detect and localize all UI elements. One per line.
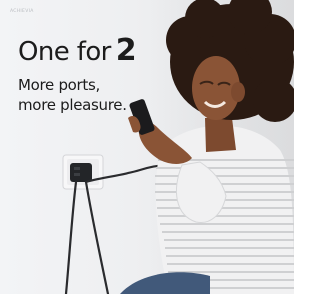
subheadline: More ports, more pleasure. xyxy=(18,75,127,115)
brand-label: ACHIEVIA xyxy=(10,9,34,14)
subheadline-line-1: More ports, xyxy=(18,76,100,94)
jeans xyxy=(120,272,210,294)
headline-number: 2 xyxy=(115,33,137,68)
charger-icon xyxy=(70,163,92,182)
neck xyxy=(205,118,236,152)
subheadline-line-2: more pleasure. xyxy=(18,96,127,114)
product-banner: ACHIEVIA One for 2 More ports, more pleas… xyxy=(0,0,294,294)
headline-text: One for xyxy=(18,37,111,67)
headline: One for 2 xyxy=(18,33,137,68)
